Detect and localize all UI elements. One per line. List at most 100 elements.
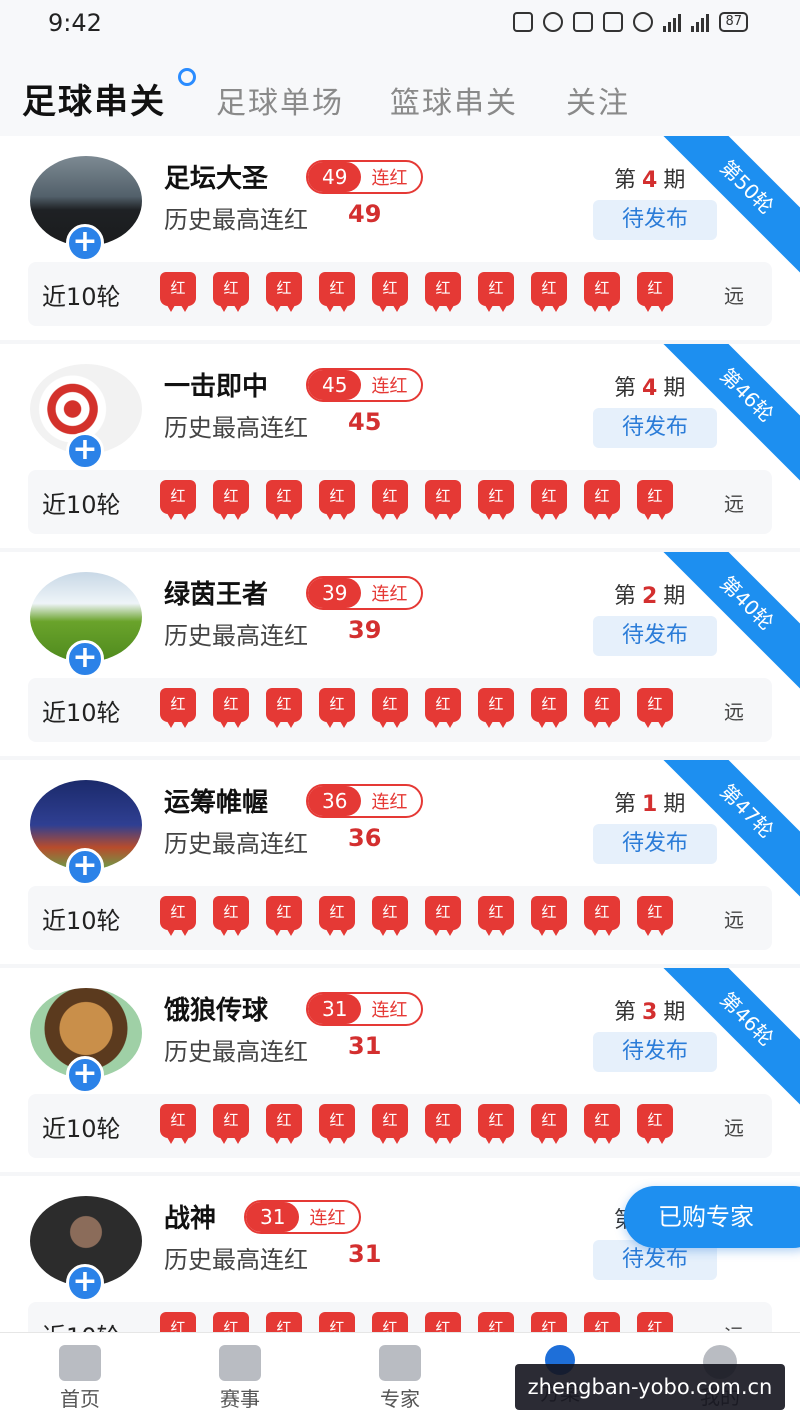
expert-card[interactable]: + 一击即中 45 连红 历史最高连红 45 第 4 期待发布 第46轮 近10轮红红红红红红红红红… [0,344,800,548]
red-mark-icon: 红 [478,1104,514,1146]
issue-prefix: 第 [614,376,637,401]
red-mark-icon: 红 [319,896,355,938]
issue-value: 1 [642,792,658,817]
red-mark-icon: 红 [531,1104,567,1146]
nfc-icon [513,12,534,32]
pending-status-button[interactable]: 待发布 [593,200,717,240]
streak-label: 连红 [371,168,408,189]
status-icons: 87 [513,12,748,32]
battery-icon: 87 [719,12,748,32]
streak-count: 36 [308,786,362,816]
pending-status-button[interactable]: 待发布 [593,408,717,448]
best-streak-label: 历史最高连红 [164,1246,308,1274]
recent-marks: 红红红红红红红红红红 [160,1104,673,1146]
red-mark-icon: 红 [372,480,408,522]
follow-plus-icon[interactable]: + [66,1264,104,1302]
red-mark-icon: 红 [372,1104,408,1146]
follow-plus-icon[interactable]: + [66,640,104,678]
status-bar: 9:42 87 [0,0,800,50]
best-streak-value: 31 [348,1240,382,1268]
follow-plus-icon[interactable]: + [66,1056,104,1094]
red-mark-icon: 红 [213,272,249,314]
far-label: 远 [724,492,744,516]
far-label: 远 [724,284,744,308]
red-mark-icon: 红 [637,688,673,730]
streak-badge: 49 连红 [306,160,424,194]
tab-indicator-icon [178,68,196,86]
recent-results-row[interactable]: 近10轮红红红红红红红红红红远 [28,886,772,950]
trophy-icon [219,1345,261,1381]
red-mark-icon: 红 [531,272,567,314]
red-mark-icon: 红 [319,480,355,522]
tab-basketball-parlay[interactable]: 篮球串关 [390,78,518,122]
red-mark-icon: 红 [319,272,355,314]
expert-name: 绿茵王者 [164,580,269,610]
red-mark-icon: 红 [478,272,514,314]
purchased-experts-button[interactable]: 已购专家 [624,1186,800,1248]
expert-name: 战神 [164,1204,217,1234]
streak-badge: 36 连红 [306,784,424,818]
recent-results-row[interactable]: 近10轮红红红红红红红红红红远 [28,678,772,742]
red-mark-icon: 红 [160,688,196,730]
red-mark-icon: 红 [584,688,620,730]
follow-plus-icon[interactable]: + [66,432,104,470]
nav-experts[interactable]: 专家 [340,1333,460,1422]
recent-label: 近10轮 [42,907,121,935]
nav-matches[interactable]: 赛事 [180,1333,300,1422]
tab-football-single[interactable]: 足球单场 [216,78,344,122]
red-mark-icon: 红 [160,896,196,938]
recent-results-row[interactable]: 近10轮红红红红红红红红红红远 [28,470,772,534]
expert-card[interactable]: + 绿茵王者 39 连红 历史最高连红 39 第 2 期待发布 第40轮 近10轮红红红红红红红红红… [0,552,800,756]
red-mark-icon: 红 [319,1104,355,1146]
expert-name: 运筹帷幄 [164,788,269,818]
issue-number: 第2期 [614,578,685,610]
follow-plus-icon[interactable]: + [66,848,104,886]
streak-count: 31 [308,994,362,1024]
recent-results-row[interactable]: 近10轮红红红红红红红红红红远 [28,1094,772,1158]
nav-experts-label: 专家 [380,1387,420,1411]
nav-home[interactable]: 首页 [20,1333,140,1422]
issue-suffix: 期 [663,376,686,401]
streak-count: 45 [308,370,362,400]
best-streak-value: 45 [348,408,382,436]
red-mark-icon: 红 [584,1104,620,1146]
issue-number: 第1期 [614,786,685,818]
red-mark-icon: 红 [213,896,249,938]
issue-number: 第3期 [614,994,685,1026]
expert-card[interactable]: + 足坛大圣 49 连红 历史最高连红 49 第 4 期待发布 第50轮 近10轮红红红红红红红红红… [0,136,800,340]
red-mark-icon: 红 [319,688,355,730]
red-mark-icon: 红 [266,688,302,730]
pending-status-button[interactable]: 待发布 [593,1032,717,1072]
tab-football-parlay[interactable]: 足球串关 [22,74,166,123]
red-mark-icon: 红 [372,688,408,730]
recent-results-row[interactable]: 近10轮红红红红红红红红红红远 [28,262,772,326]
issue-prefix: 第 [614,1000,637,1025]
alarm-icon [543,12,564,32]
expert-card[interactable]: + 饿狼传球 31 连红 历史最高连红 31 第 3 期待发布 第46轮 近10轮红红红红红红红红红… [0,968,800,1172]
follow-plus-icon[interactable]: + [66,224,104,262]
best-streak-value: 39 [348,616,382,644]
expert-name: 饿狼传球 [164,996,269,1026]
red-mark-icon: 红 [213,1104,249,1146]
red-mark-icon: 红 [478,688,514,730]
pending-status-button[interactable]: 待发布 [593,616,717,656]
best-streak-label: 历史最高连红 [164,622,308,650]
red-mark-icon: 红 [425,688,461,730]
streak-count: 31 [246,1202,300,1232]
streak-label: 连红 [371,376,408,397]
red-mark-icon: 红 [425,896,461,938]
expert-card[interactable]: + 运筹帷幄 36 连红 历史最高连红 36 第 1 期待发布 第47轮 近10轮红红红红红红红红红… [0,760,800,964]
bluetooth-icon [573,12,594,32]
red-mark-icon: 红 [425,1104,461,1146]
tab-follow[interactable]: 关注 [566,78,630,122]
pending-status-button[interactable]: 待发布 [593,824,717,864]
red-mark-icon: 红 [425,272,461,314]
recent-label: 近10轮 [42,1115,121,1143]
streak-label: 连红 [371,584,408,605]
red-mark-icon: 红 [531,480,567,522]
recent-marks: 红红红红红红红红红红 [160,272,673,314]
best-streak-label: 历史最高连红 [164,830,308,858]
red-mark-icon: 红 [160,480,196,522]
red-mark-icon: 红 [160,1104,196,1146]
red-mark-icon: 红 [637,480,673,522]
